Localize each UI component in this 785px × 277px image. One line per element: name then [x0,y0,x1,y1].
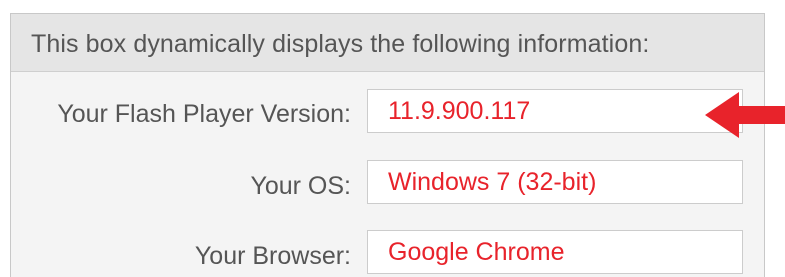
page: This box dynamically displays the follow… [0,0,785,277]
browser-label: Your Browser: [194,242,351,270]
flash-version-field: 11.9.900.117 [367,89,743,133]
os-value: Windows 7 (32-bit) [388,168,597,196]
browser-value: Google Chrome [388,238,565,266]
os-field: Windows 7 (32-bit) [367,160,743,204]
info-box-header: This box dynamically displays the follow… [11,14,764,72]
browser-field: Google Chrome [367,230,743,274]
os-label: Your OS: [250,172,351,200]
arrow-left-shape [705,92,785,138]
arrow-left-icon [705,92,785,138]
flash-version-value: 11.9.900.117 [388,97,531,125]
flash-info-box: This box dynamically displays the follow… [10,13,765,277]
info-box-title: This box dynamically displays the follow… [31,30,650,58]
flash-version-label: Your Flash Player Version: [57,100,351,128]
